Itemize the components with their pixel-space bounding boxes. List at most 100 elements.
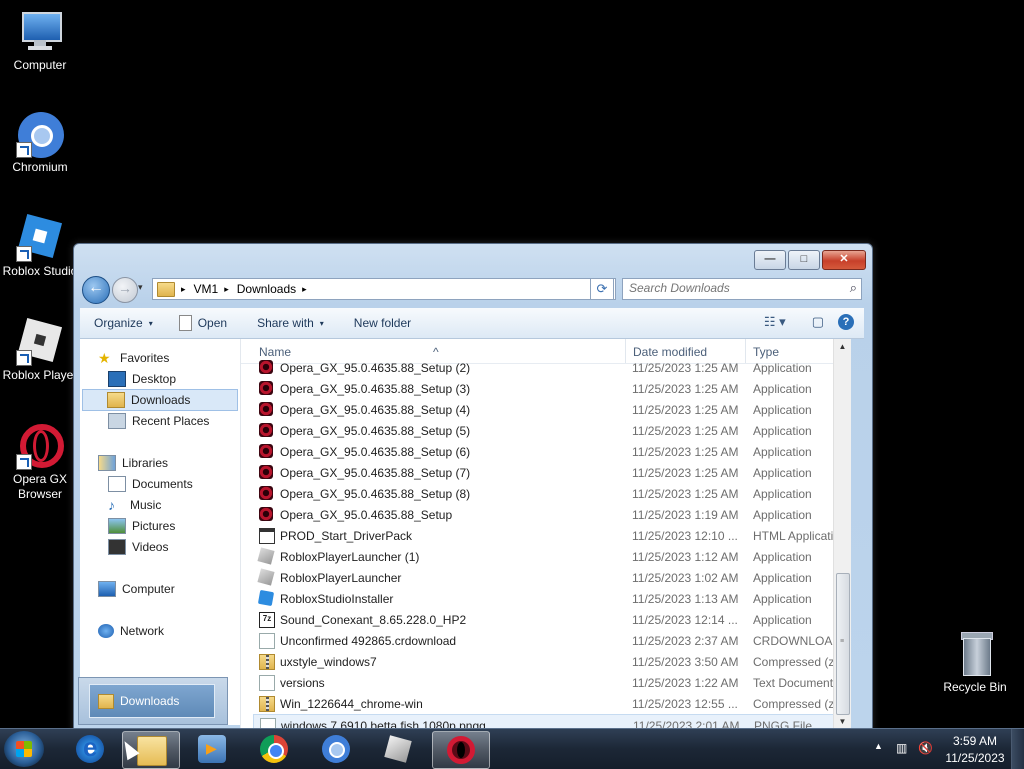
minimize-icon: — xyxy=(764,253,776,265)
nav-downloads[interactable]: Downloads xyxy=(82,389,238,411)
new-folder-button[interactable]: New folder xyxy=(354,316,411,330)
start-button[interactable] xyxy=(4,731,44,767)
footer-downloads-item[interactable]: Downloads xyxy=(89,684,215,718)
file-row[interactable]: Opera_GX_95.0.4635.88_Setup (6) 11/25/202… xyxy=(253,441,849,462)
internet-explorer-icon xyxy=(76,732,104,763)
nav-pictures[interactable]: Pictures xyxy=(108,516,175,536)
file-row[interactable]: Opera_GX_95.0.4635.88_Setup (2) 11/25/202… xyxy=(253,357,849,378)
file-row[interactable]: Opera_GX_95.0.4635.88_Setup (3) 11/25/202… xyxy=(253,378,849,399)
desktop-icon-chromium[interactable]: Chromium xyxy=(0,110,80,175)
network-icon xyxy=(98,624,114,638)
nav-recent-places[interactable]: Recent Places xyxy=(108,411,209,431)
nav-label: Music xyxy=(130,498,162,512)
show-hidden-icons-icon[interactable]: ▲ xyxy=(874,741,890,757)
maximize-button[interactable]: □ xyxy=(788,250,820,270)
taskbar-chromium[interactable] xyxy=(308,731,364,767)
explorer-window[interactable]: — □ ✕ ▾ ▸ VM1 ▸ Downloads ▸ ▾ ⟳ ⌕ Organi… xyxy=(73,243,873,732)
taskbar-opera-gx[interactable] xyxy=(432,731,490,769)
address-bar[interactable]: ▸ VM1 ▸ Downloads ▸ ▾ xyxy=(152,278,616,300)
file-name: Opera_GX_95.0.4635.88_Setup (7) xyxy=(280,466,471,480)
back-button[interactable] xyxy=(82,276,110,304)
file-date-modified: 11/25/2023 1:22 AM xyxy=(632,676,739,690)
nav-videos[interactable]: Videos xyxy=(108,537,168,557)
nav-label: Computer xyxy=(122,582,175,596)
file-row[interactable]: PROD_Start_DriverPack 11/25/2023 12:10 ..… xyxy=(253,525,849,546)
taskbar-media-center[interactable] xyxy=(184,731,240,767)
close-button[interactable]: ✕ xyxy=(822,250,866,270)
taskbar-chrome[interactable] xyxy=(246,731,302,767)
file-type-icon xyxy=(259,528,275,544)
breadcrumb-vm1[interactable]: VM1 xyxy=(194,282,219,296)
nav-libraries[interactable]: Libraries xyxy=(98,453,168,473)
nav-network[interactable]: Network xyxy=(98,621,164,641)
desktop-icon-recycle-bin[interactable]: Recycle Bin xyxy=(935,630,1015,695)
nav-favorites[interactable]: ★ Favorites xyxy=(98,348,169,368)
breadcrumb-separator[interactable]: ▸ xyxy=(224,284,229,295)
file-row[interactable]: Win_1226644_chrome-win 11/25/2023 12:55 .… xyxy=(253,693,849,714)
file-row[interactable]: Opera_GX_95.0.4635.88_Setup 11/25/2023 1:… xyxy=(253,504,849,525)
maximize-icon: □ xyxy=(800,253,808,265)
file-date-modified: 11/25/2023 1:19 AM xyxy=(632,508,739,522)
breadcrumb-separator[interactable]: ▸ xyxy=(302,284,307,295)
windows-logo-icon xyxy=(16,741,32,757)
chrome-icon xyxy=(260,735,288,763)
scroll-up-icon[interactable]: ▲ xyxy=(834,339,851,355)
file-type-icon xyxy=(259,423,273,437)
breadcrumb-downloads[interactable]: Downloads xyxy=(237,282,296,296)
taskbar-internet-explorer[interactable] xyxy=(62,731,118,767)
star-icon: ★ xyxy=(98,350,111,366)
vertical-scrollbar[interactable]: ▲ ≡ ▼ xyxy=(833,339,851,730)
minimize-button[interactable]: — xyxy=(754,250,786,270)
details-footer: Downloads xyxy=(78,677,228,725)
network-status-icon[interactable]: ▥ xyxy=(896,741,912,757)
taskbar-roblox[interactable] xyxy=(370,731,426,767)
desktop-icon xyxy=(108,371,126,387)
file-row[interactable]: Opera_GX_95.0.4635.88_Setup (5) 11/25/202… xyxy=(253,420,849,441)
file-type-icon xyxy=(259,675,275,691)
share-with-menu[interactable]: Share with ▾ xyxy=(257,316,324,330)
nav-documents[interactable]: Documents xyxy=(108,474,193,494)
file-name: Sound_Conexant_8.65.228.0_HP2 xyxy=(280,613,467,627)
file-row[interactable]: Unconfirmed 492865.crdownload 11/25/2023 … xyxy=(253,630,849,651)
desktop-icon-roblox-studio[interactable]: Roblox Studio xyxy=(0,213,80,279)
view-options-icon[interactable]: ☷ ▾ xyxy=(764,314,786,330)
desktop-icon-roblox-player[interactable]: Roblox Player xyxy=(0,317,80,383)
search-icon[interactable]: ⌕ xyxy=(850,280,857,296)
help-icon[interactable]: ? xyxy=(838,314,854,330)
nav-computer[interactable]: Computer xyxy=(98,579,175,599)
file-type-icon: 7z xyxy=(259,612,275,628)
file-row[interactable]: Opera_GX_95.0.4635.88_Setup (7) 11/25/202… xyxy=(253,462,849,483)
search-input[interactable] xyxy=(623,279,835,297)
file-row[interactable]: RobloxStudioInstaller 11/25/2023 1:13 AM A… xyxy=(253,588,849,609)
close-icon: ✕ xyxy=(839,253,849,265)
desktop-icon-opera-gx[interactable]: Opera GX Browser xyxy=(0,422,80,502)
clock-time[interactable]: 3:59 AM xyxy=(942,734,1008,748)
clock-date[interactable]: 11/25/2023 xyxy=(942,751,1008,765)
organize-menu[interactable]: Organize ▾ xyxy=(94,316,153,330)
search-box[interactable]: ⌕ xyxy=(622,278,862,300)
file-row[interactable]: RobloxPlayerLauncher 11/25/2023 1:02 AM Ap… xyxy=(253,567,849,588)
file-row[interactable]: 7z Sound_Conexant_8.65.228.0_HP2 11/25/202… xyxy=(253,609,849,630)
desktop-icon-computer[interactable]: Computer xyxy=(0,8,80,73)
file-row[interactable]: RobloxPlayerLauncher (1) 11/25/2023 1:12 … xyxy=(253,546,849,567)
file-row[interactable]: Opera_GX_95.0.4635.88_Setup (8) 11/25/202… xyxy=(253,483,849,504)
file-row[interactable]: Opera_GX_95.0.4635.88_Setup (4) 11/25/202… xyxy=(253,399,849,420)
volume-muted-icon[interactable]: 🔇 xyxy=(918,741,934,757)
preview-pane-icon[interactable]: ▢ xyxy=(812,314,824,330)
nav-music[interactable]: ♪ Music xyxy=(108,495,161,515)
open-button[interactable]: Open xyxy=(178,315,227,331)
show-desktop-button[interactable] xyxy=(1011,729,1024,769)
forward-button[interactable] xyxy=(112,277,138,303)
breadcrumb-separator[interactable]: ▸ xyxy=(181,284,186,295)
file-list[interactable]: ^ Name Date modified Type Opera_GX_95.0.… xyxy=(240,339,851,730)
file-name: Opera_GX_95.0.4635.88_Setup (3) xyxy=(280,382,471,396)
scrollbar-thumb[interactable]: ≡ xyxy=(836,573,850,715)
file-row[interactable]: uxstyle_windows7 11/25/2023 3:50 AM Compre… xyxy=(253,651,849,672)
desktop-icon-label: Roblox Player xyxy=(2,368,78,382)
refresh-button[interactable]: ⟳ xyxy=(590,278,614,300)
nav-desktop[interactable]: Desktop xyxy=(108,369,176,389)
recent-pages-dropdown[interactable]: ▾ xyxy=(138,282,143,293)
file-row[interactable]: versions 11/25/2023 1:22 AM Text Document xyxy=(253,672,849,693)
file-name: Opera_GX_95.0.4635.88_Setup (4) xyxy=(280,403,471,417)
file-date-modified: 11/25/2023 1:13 AM xyxy=(632,592,739,606)
